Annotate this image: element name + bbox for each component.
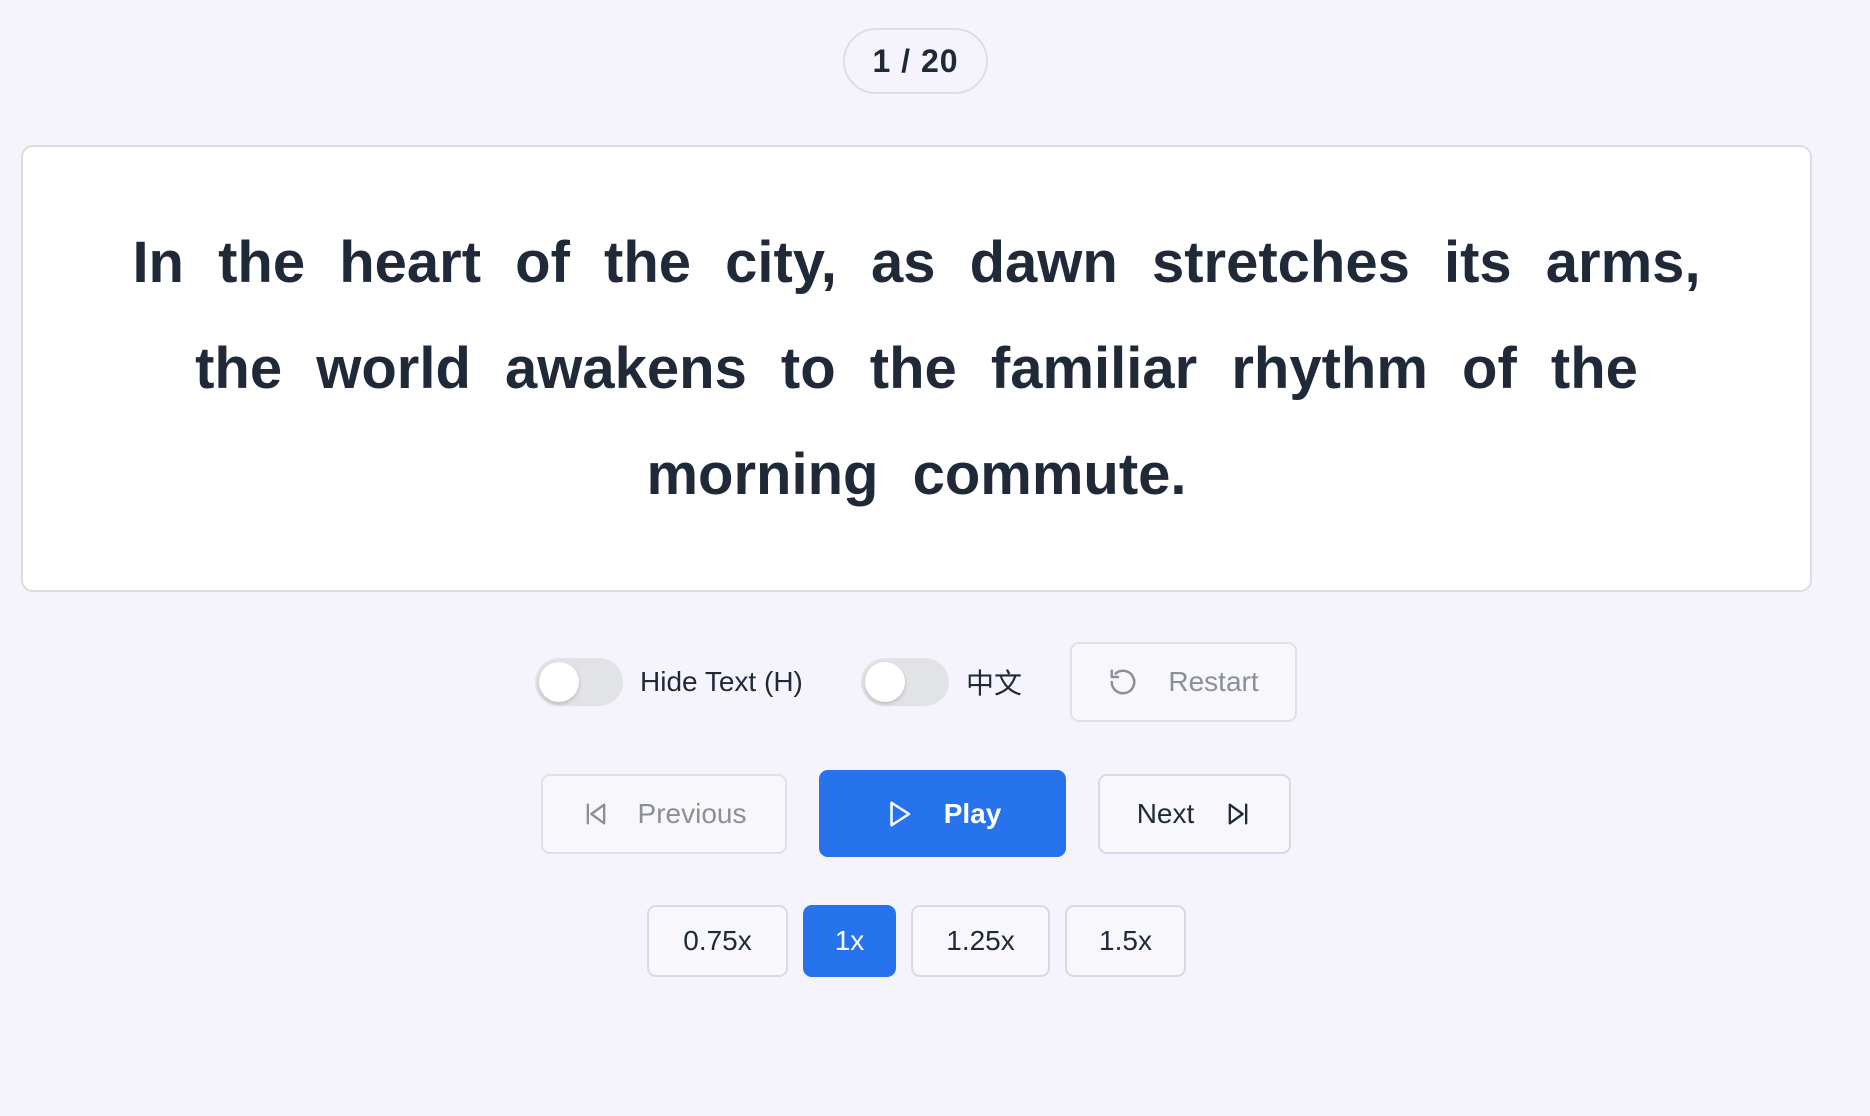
toggle-knob xyxy=(865,662,905,702)
rotate-ccw-icon xyxy=(1108,667,1138,697)
skip-forward-icon xyxy=(1224,800,1252,828)
chinese-label: 中文 xyxy=(966,668,1023,699)
speed-option-1-25x[interactable]: 1.25x xyxy=(911,905,1050,977)
play-label: Play xyxy=(943,797,1002,829)
options-row: Hide Text (H) 中文 Restart xyxy=(0,642,1870,722)
next-label: Next xyxy=(1136,798,1195,829)
play-button[interactable]: Play xyxy=(819,770,1066,857)
skip-back-icon xyxy=(582,800,610,828)
chinese-toggle[interactable] xyxy=(861,658,949,706)
restart-button[interactable]: Restart xyxy=(1070,642,1297,722)
hide-text-toggle[interactable] xyxy=(535,658,623,706)
toggle-knob xyxy=(539,662,579,702)
speed-option-1x[interactable]: 1x xyxy=(803,905,896,977)
previous-button[interactable]: Previous xyxy=(541,774,787,854)
chinese-control: 中文 xyxy=(861,658,1022,706)
hide-text-control: Hide Text (H) xyxy=(535,658,803,706)
speed-option-1-5x[interactable]: 1.5x xyxy=(1065,905,1186,977)
previous-label: Previous xyxy=(637,798,747,829)
play-icon xyxy=(884,799,914,829)
sentence-text: In the heart of the city, as dawn stretc… xyxy=(132,229,1701,507)
hide-text-label: Hide Text (H) xyxy=(640,666,803,697)
speed-option-0-75x[interactable]: 0.75x xyxy=(647,905,788,977)
restart-label: Restart xyxy=(1168,666,1259,697)
next-button[interactable]: Next xyxy=(1098,774,1291,854)
progress-counter: 1 / 20 xyxy=(843,28,988,94)
sentence-card: In the heart of the city, as dawn stretc… xyxy=(21,145,1812,592)
